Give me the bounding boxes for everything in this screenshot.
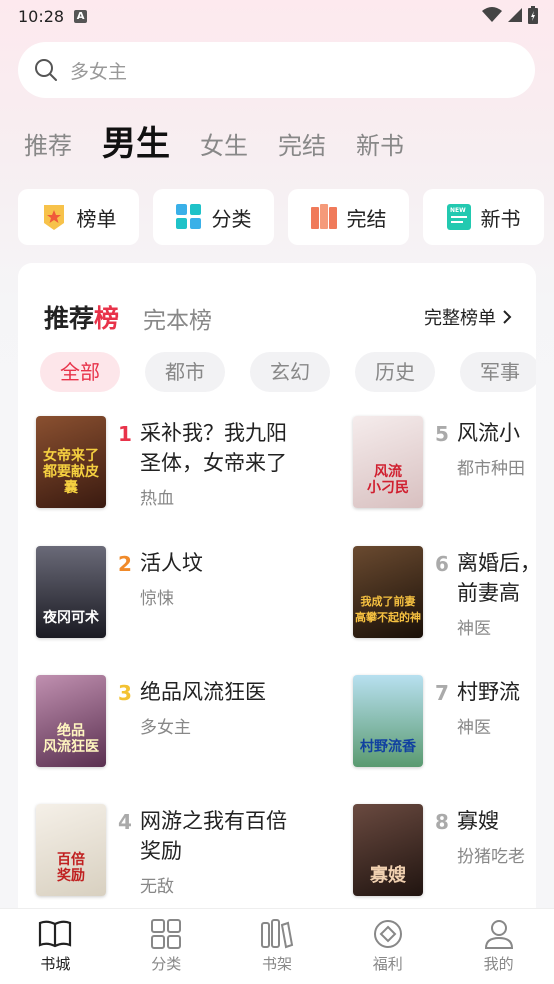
rank-number: 7 bbox=[435, 681, 449, 705]
book-item[interactable]: 村野流香 7 村野流神医 bbox=[353, 675, 536, 775]
book-item[interactable]: 女帝来了 都要献皮囊 1 采补我？我九阳 圣体，女帝来了热血 bbox=[36, 416, 346, 516]
book-title: 村野流 bbox=[457, 680, 520, 704]
rank-number: 2 bbox=[118, 552, 132, 576]
tab-recommend[interactable]: 推荐 bbox=[24, 126, 72, 166]
book-cover: 夜冈可术 bbox=[36, 546, 106, 638]
notification-icon: A bbox=[74, 9, 88, 23]
ranking-button[interactable]: 榜单 bbox=[18, 189, 139, 245]
rank-number: 1 bbox=[118, 422, 132, 446]
genre-all[interactable]: 全部 bbox=[40, 352, 120, 392]
book-tag: 多女主 bbox=[140, 718, 191, 738]
nav-mine[interactable]: 我的 bbox=[443, 909, 554, 984]
rank-number: 5 bbox=[435, 422, 449, 446]
book-item[interactable]: 我成了前妻 高攀不起的神 6 离婚后， 前妻高神医 bbox=[353, 546, 536, 646]
book-title: 风流小 bbox=[457, 421, 520, 445]
completed-button[interactable]: 完结 bbox=[288, 189, 409, 245]
status-bar: 10:28 A bbox=[0, 0, 554, 32]
nav-bookshelf[interactable]: 书架 bbox=[222, 909, 333, 984]
book-tag: 神医 bbox=[457, 718, 491, 738]
genre-fantasy[interactable]: 玄幻 bbox=[250, 352, 330, 392]
chevron-right-icon bbox=[503, 310, 512, 324]
book-cover: 绝品 风流狂医 bbox=[36, 675, 106, 767]
search-bar[interactable]: 多女主 bbox=[18, 42, 535, 98]
book-item[interactable]: 绝品 风流狂医 3 绝品风流狂医多女主 bbox=[36, 675, 346, 775]
search-icon bbox=[35, 59, 57, 81]
category-button[interactable]: 分类 bbox=[153, 189, 274, 245]
book-tag: 扮猪吃老 bbox=[457, 847, 525, 867]
book-cover: 百倍 奖励 bbox=[36, 804, 106, 896]
tab-recommend-ranking[interactable]: 推荐榜 bbox=[44, 299, 119, 335]
book-open-icon bbox=[39, 920, 72, 948]
channel-tabs: 推荐 男生 女生 完结 新书 bbox=[24, 116, 434, 166]
shortcut-row: 榜单 分类 完结 NEW 新书 bbox=[18, 189, 544, 245]
tab-male[interactable]: 男生 bbox=[102, 122, 170, 166]
book-item[interactable]: 风流 小刁民 5 风流小都市种田 bbox=[353, 416, 536, 516]
nav-bookstore[interactable]: 书城 bbox=[0, 909, 111, 984]
book-cover: 女帝来了 都要献皮囊 bbox=[36, 416, 106, 508]
rank-number: 3 bbox=[118, 681, 132, 705]
ranking-tabs: 推荐榜 完本榜 bbox=[44, 299, 212, 335]
genre-urban[interactable]: 都市 bbox=[145, 352, 225, 392]
genre-filter: 全部 都市 玄幻 历史 军事 bbox=[40, 352, 536, 392]
ranking-card: 推荐榜 完本榜 完整榜单 全部 都市 玄幻 历史 军事 女帝来了 都要献皮囊 1… bbox=[18, 263, 536, 923]
category-icon bbox=[151, 919, 182, 949]
user-icon bbox=[484, 920, 513, 949]
grid-icon bbox=[175, 204, 201, 229]
tab-new[interactable]: 新书 bbox=[356, 126, 404, 166]
nav-category[interactable]: 分类 bbox=[111, 909, 222, 984]
rank-number: 4 bbox=[118, 810, 132, 834]
medal-icon bbox=[43, 205, 64, 230]
book-cover: 村野流香 bbox=[353, 675, 423, 767]
book-cover: 我成了前妻 高攀不起的神 bbox=[353, 546, 423, 638]
book-tag: 惊悚 bbox=[140, 589, 174, 609]
book-title: 网游之我有百倍 奖励 bbox=[140, 809, 287, 863]
bottom-nav: 书城 分类 书架 福利 我的 bbox=[0, 908, 554, 984]
battery-icon bbox=[528, 6, 538, 24]
bookshelf-icon bbox=[260, 919, 294, 949]
book-item[interactable]: 百倍 奖励 4 网游之我有百倍 奖励无敌 bbox=[36, 804, 346, 904]
book-title: 活人坟 bbox=[140, 551, 203, 575]
coin-icon bbox=[373, 920, 402, 948]
book-tag: 热血 bbox=[140, 489, 174, 509]
full-list-link[interactable]: 完整榜单 bbox=[424, 304, 512, 330]
book-title: 采补我？我九阳 圣体，女帝来了 bbox=[140, 421, 287, 475]
new-book-button[interactable]: NEW 新书 bbox=[423, 189, 544, 245]
book-cover: 风流 小刁民 bbox=[353, 416, 423, 508]
svg-text:NEW: NEW bbox=[450, 207, 466, 214]
genre-military[interactable]: 军事 bbox=[460, 352, 536, 392]
book-tag: 神医 bbox=[457, 619, 491, 639]
book-cover: 寡嫂 bbox=[353, 804, 423, 896]
tab-female[interactable]: 女生 bbox=[200, 126, 248, 166]
book-title: 寡嫂 bbox=[457, 809, 499, 833]
rank-number: 8 bbox=[435, 810, 449, 834]
book-item[interactable]: 夜冈可术 2 活人坟惊悚 bbox=[36, 546, 346, 646]
book-title: 绝品风流狂医 bbox=[140, 680, 266, 704]
book-title: 离婚后， 前妻高 bbox=[457, 551, 536, 605]
new-book-icon: NEW bbox=[446, 204, 471, 230]
book-tag: 无敌 bbox=[140, 877, 174, 897]
nav-welfare[interactable]: 福利 bbox=[332, 909, 443, 984]
tab-completed-ranking[interactable]: 完本榜 bbox=[143, 301, 212, 335]
book-item[interactable]: 寡嫂 8 寡嫂 扮猪吃老 bbox=[353, 804, 536, 904]
books-icon bbox=[310, 204, 337, 229]
wifi-icon bbox=[482, 7, 502, 22]
signal-icon bbox=[508, 8, 522, 22]
tab-completed[interactable]: 完结 bbox=[278, 126, 326, 166]
search-placeholder: 多女主 bbox=[70, 60, 128, 83]
genre-history[interactable]: 历史 bbox=[355, 352, 435, 392]
status-time: 10:28 bbox=[18, 6, 65, 26]
book-tag: 都市种田 bbox=[457, 459, 525, 479]
rank-number: 6 bbox=[435, 552, 449, 576]
